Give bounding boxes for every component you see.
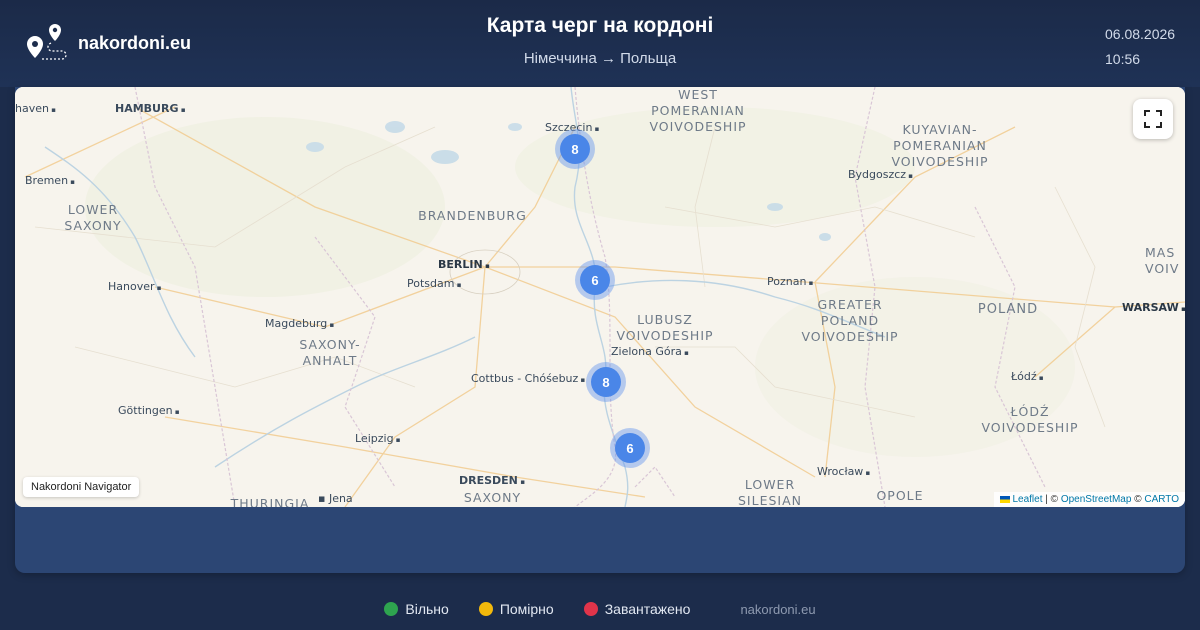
status-dot-red xyxy=(583,602,598,616)
city-label-zielona-gora: Zielona Góra xyxy=(611,345,689,358)
region-label-lower-silesian: LOWER SILESIAN xyxy=(737,477,802,507)
title-block: Карта черг на кордоні Німеччина → Польща xyxy=(380,14,820,67)
region-label-thuringia: THURINGIA xyxy=(230,496,310,507)
border-cluster-marker[interactable]: 6 xyxy=(610,428,650,468)
city-label-magdeburg: Magdeburg xyxy=(265,317,334,330)
city-label-hamburg: HAMBURG xyxy=(115,102,186,115)
region-label-west-pomeranian: WEST POMERANIAN VOIVODESHIP xyxy=(649,87,747,134)
city-label-wroclaw: Wrocław xyxy=(817,465,870,478)
fullscreen-button[interactable] xyxy=(1133,99,1173,139)
city-label-cottbus: Cottbus - Chóśebuz xyxy=(471,372,585,385)
border-cluster-marker[interactable]: 6 xyxy=(575,260,615,300)
date-text: 06.08.2026 xyxy=(1105,26,1176,42)
region-label-lubusz: LUBUSZ VOIVODESHIP xyxy=(616,312,714,343)
cluster-count: 8 xyxy=(560,134,590,164)
ukraine-flag-icon xyxy=(1000,495,1011,503)
region-label-saxony-anhalt: SAXONY- ANHALT xyxy=(299,337,361,368)
leaflet-link[interactable]: Leaflet xyxy=(1012,494,1042,505)
city-label-haven: haven xyxy=(15,102,56,115)
city-label-gottingen: Göttingen xyxy=(118,404,180,417)
status-dot-yellow xyxy=(478,602,493,616)
page-title: Карта черг на кордоні xyxy=(486,14,714,37)
city-label-berlin: BERLIN xyxy=(438,258,490,271)
map[interactable]: haven HAMBURG Bremen Szczecin WEST POMER… xyxy=(15,87,1185,507)
city-label-bremen: Bremen xyxy=(25,174,75,187)
logo[interactable]: nakordoni.eu xyxy=(24,22,191,64)
legend-item-busy: Завантажено xyxy=(583,601,690,617)
datetime: 06.08.2026 10:56 xyxy=(1105,22,1175,72)
footer-site[interactable]: nakordoni.eu xyxy=(740,602,815,617)
map-attribution: Leaflet | © OpenStreetMap © CARTO xyxy=(994,492,1185,507)
city-label-leipzig: Leipzig xyxy=(355,432,401,445)
border-cluster-marker[interactable]: 8 xyxy=(586,362,626,402)
city-label-warsaw: WARSAW xyxy=(1122,301,1185,314)
site-name: nakordoni.eu xyxy=(78,32,192,53)
city-label-bydgoszcz: Bydgoszcz xyxy=(848,168,913,181)
region-label-lower-saxony: LOWER SAXONY xyxy=(64,202,122,233)
map-pin-route-icon xyxy=(27,24,67,60)
region-label-lodz: ŁÓDŹ VOIVODESHIP xyxy=(981,404,1079,435)
route-subtitle: Німеччина → Польща xyxy=(523,50,677,67)
city-label-lodz: Łódź xyxy=(1011,370,1044,383)
region-label-saxony: SAXONY xyxy=(463,490,522,505)
region-label-kuyavian: KUYAVIAN- POMERANIAN VOIVODESHIP xyxy=(891,122,989,169)
cluster-count: 6 xyxy=(615,433,645,463)
cluster-count: 8 xyxy=(591,367,621,397)
footer-legend: Вільно Помірно Завантажено nakordoni.eu xyxy=(0,588,1200,630)
city-label-hanover: Hanover xyxy=(108,280,162,293)
legend-item-moderate: Помірно xyxy=(478,601,554,617)
navigator-badge[interactable]: Nakordoni Navigator xyxy=(23,477,140,497)
city-label-potsdam: Potsdam xyxy=(407,277,461,290)
status-dot-green xyxy=(384,602,399,616)
city-label-dresden: DRESDEN xyxy=(459,474,525,487)
osm-link[interactable]: OpenStreetMap xyxy=(1061,494,1132,505)
time-text: 10:56 xyxy=(1105,51,1141,67)
region-label-opole: OPOLE xyxy=(876,488,924,503)
city-label-poznan: Poznan xyxy=(767,275,813,288)
region-label-brandenburg: BRANDENBURG xyxy=(418,208,527,223)
cluster-count: 6 xyxy=(580,265,610,295)
region-label-masovian: MAS VOIV xyxy=(1145,245,1180,276)
header: nakordoni.eu Карта черг на кордоні Німеч… xyxy=(0,0,1200,87)
carto-link[interactable]: CARTO xyxy=(1144,494,1179,505)
fullscreen-icon xyxy=(1144,110,1162,128)
city-label-jena: ▪ Jena xyxy=(318,492,353,505)
region-label-greater-poland: GREATER POLAND VOIVODESHIP xyxy=(801,297,899,344)
country-label-poland: POLAND xyxy=(977,302,1039,317)
border-cluster-marker[interactable]: 8 xyxy=(555,129,595,169)
legend-item-free: Вільно xyxy=(384,601,449,617)
